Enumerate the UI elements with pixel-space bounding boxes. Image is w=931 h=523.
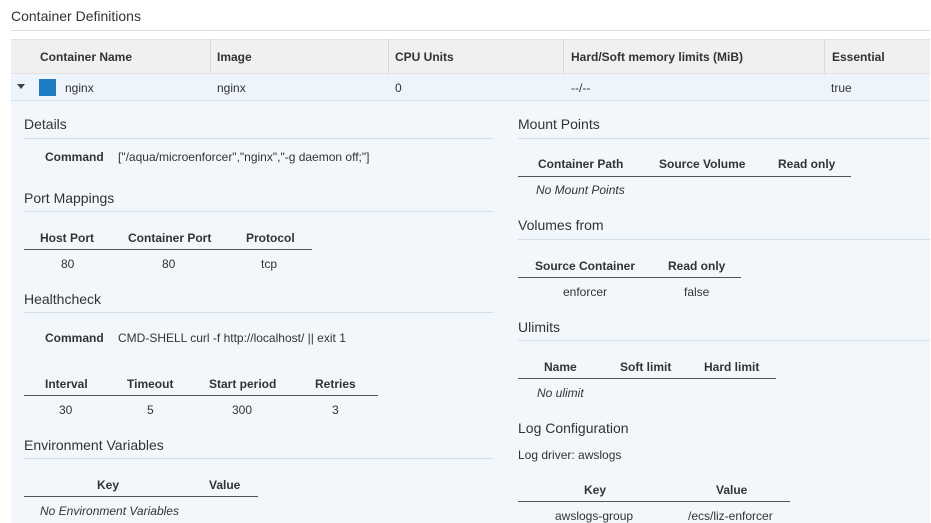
- volumes-header-read-only: Read only: [668, 259, 726, 273]
- mount-header-source-volume: Source Volume: [659, 157, 746, 171]
- container-color-swatch: [39, 79, 56, 96]
- column-header-essential[interactable]: Essential: [832, 50, 885, 64]
- volumes-header-source-container: Source Container: [535, 259, 636, 273]
- section-divider: [24, 312, 493, 313]
- healthcheck-interval-value: 30: [59, 403, 73, 417]
- healthcheck-header-interval: Interval: [45, 377, 88, 391]
- healthcheck-timeout-value: 5: [147, 403, 154, 417]
- column-header-image[interactable]: Image: [217, 50, 252, 64]
- log-header-value: Value: [716, 483, 748, 497]
- section-divider: [518, 239, 930, 240]
- container-table-header: [11, 39, 930, 74]
- table-divider: [518, 176, 851, 177]
- table-divider: [518, 378, 776, 379]
- port-protocol-value: tcp: [261, 257, 278, 271]
- healthcheck-header-start-period: Start period: [209, 377, 277, 391]
- log-value-value: /ecs/liz-enforcer: [688, 509, 773, 523]
- ulimits-header-soft-limit: Soft limit: [620, 360, 672, 374]
- healthcheck-command-value: CMD-SHELL curl -f http://localhost/ || e…: [118, 331, 346, 345]
- mount-header-container-path: Container Path: [538, 157, 624, 171]
- port-host-port-value: 80: [61, 257, 75, 271]
- mount-empty-message: No Mount Points: [536, 183, 625, 197]
- column-divider: [563, 39, 564, 74]
- port-container-port-value: 80: [162, 257, 176, 271]
- table-divider: [518, 277, 741, 278]
- ulimits-title: Ulimits: [518, 319, 560, 335]
- memory-limits-cell: --/--: [571, 81, 591, 95]
- volumes-from-title: Volumes from: [518, 217, 604, 233]
- log-driver-text: Log driver: awslogs: [518, 448, 622, 462]
- volumes-read-only-value: false: [684, 285, 710, 299]
- healthcheck-header-timeout: Timeout: [127, 377, 174, 391]
- details-command-label: Command: [45, 150, 104, 164]
- healthcheck-header-retries: Retries: [315, 377, 356, 391]
- env-header-value: Value: [209, 478, 241, 492]
- table-divider: [24, 395, 378, 396]
- healthcheck-title: Healthcheck: [24, 291, 102, 307]
- page-title: Container Definitions: [11, 8, 141, 24]
- essential-cell: true: [831, 81, 852, 95]
- details-command-value: ["/aqua/microenforcer","nginx","-g daemo…: [118, 150, 370, 164]
- cpu-units-cell: 0: [395, 81, 402, 95]
- ulimits-empty-message: No ulimit: [537, 386, 584, 400]
- caret-down-icon[interactable]: [17, 84, 25, 89]
- port-mappings-title: Port Mappings: [24, 190, 115, 206]
- healthcheck-start-period-value: 300: [232, 403, 253, 417]
- title-divider: [11, 30, 930, 31]
- section-divider: [24, 138, 493, 139]
- healthcheck-retries-value: 3: [332, 403, 339, 417]
- column-header-container-name[interactable]: Container Name: [40, 50, 132, 64]
- table-row[interactable]: [11, 74, 930, 101]
- env-header-key: Key: [97, 478, 120, 492]
- log-configuration-title: Log Configuration: [518, 420, 629, 436]
- table-divider: [518, 501, 790, 502]
- column-divider: [824, 39, 825, 74]
- section-divider: [518, 340, 930, 341]
- section-divider: [24, 211, 493, 212]
- section-divider: [24, 458, 493, 459]
- table-divider: [24, 249, 312, 250]
- ulimits-header-hard-limit: Hard limit: [704, 360, 760, 374]
- column-header-cpu-units[interactable]: CPU Units: [395, 50, 454, 64]
- mount-points-title: Mount Points: [518, 116, 600, 132]
- mount-header-read-only: Read only: [778, 157, 836, 171]
- column-divider: [210, 39, 211, 74]
- volumes-source-container-value: enforcer: [563, 285, 608, 299]
- log-key-value: awslogs-group: [555, 509, 634, 523]
- port-header-protocol: Protocol: [246, 231, 295, 245]
- port-header-host-port: Host Port: [40, 231, 94, 245]
- environment-variables-title: Environment Variables: [24, 437, 164, 453]
- details-title: Details: [24, 116, 67, 132]
- port-header-container-port: Container Port: [128, 231, 212, 245]
- container-name-cell[interactable]: nginx: [65, 81, 94, 95]
- table-divider: [24, 496, 258, 497]
- env-empty-message: No Environment Variables: [40, 504, 179, 518]
- image-cell: nginx: [217, 81, 246, 95]
- column-divider: [388, 39, 389, 74]
- healthcheck-command-label: Command: [45, 331, 104, 345]
- column-header-memory-limits[interactable]: Hard/Soft memory limits (MiB): [571, 50, 743, 64]
- log-header-key: Key: [584, 483, 607, 497]
- section-divider: [518, 138, 930, 139]
- ulimits-header-name: Name: [544, 360, 577, 374]
